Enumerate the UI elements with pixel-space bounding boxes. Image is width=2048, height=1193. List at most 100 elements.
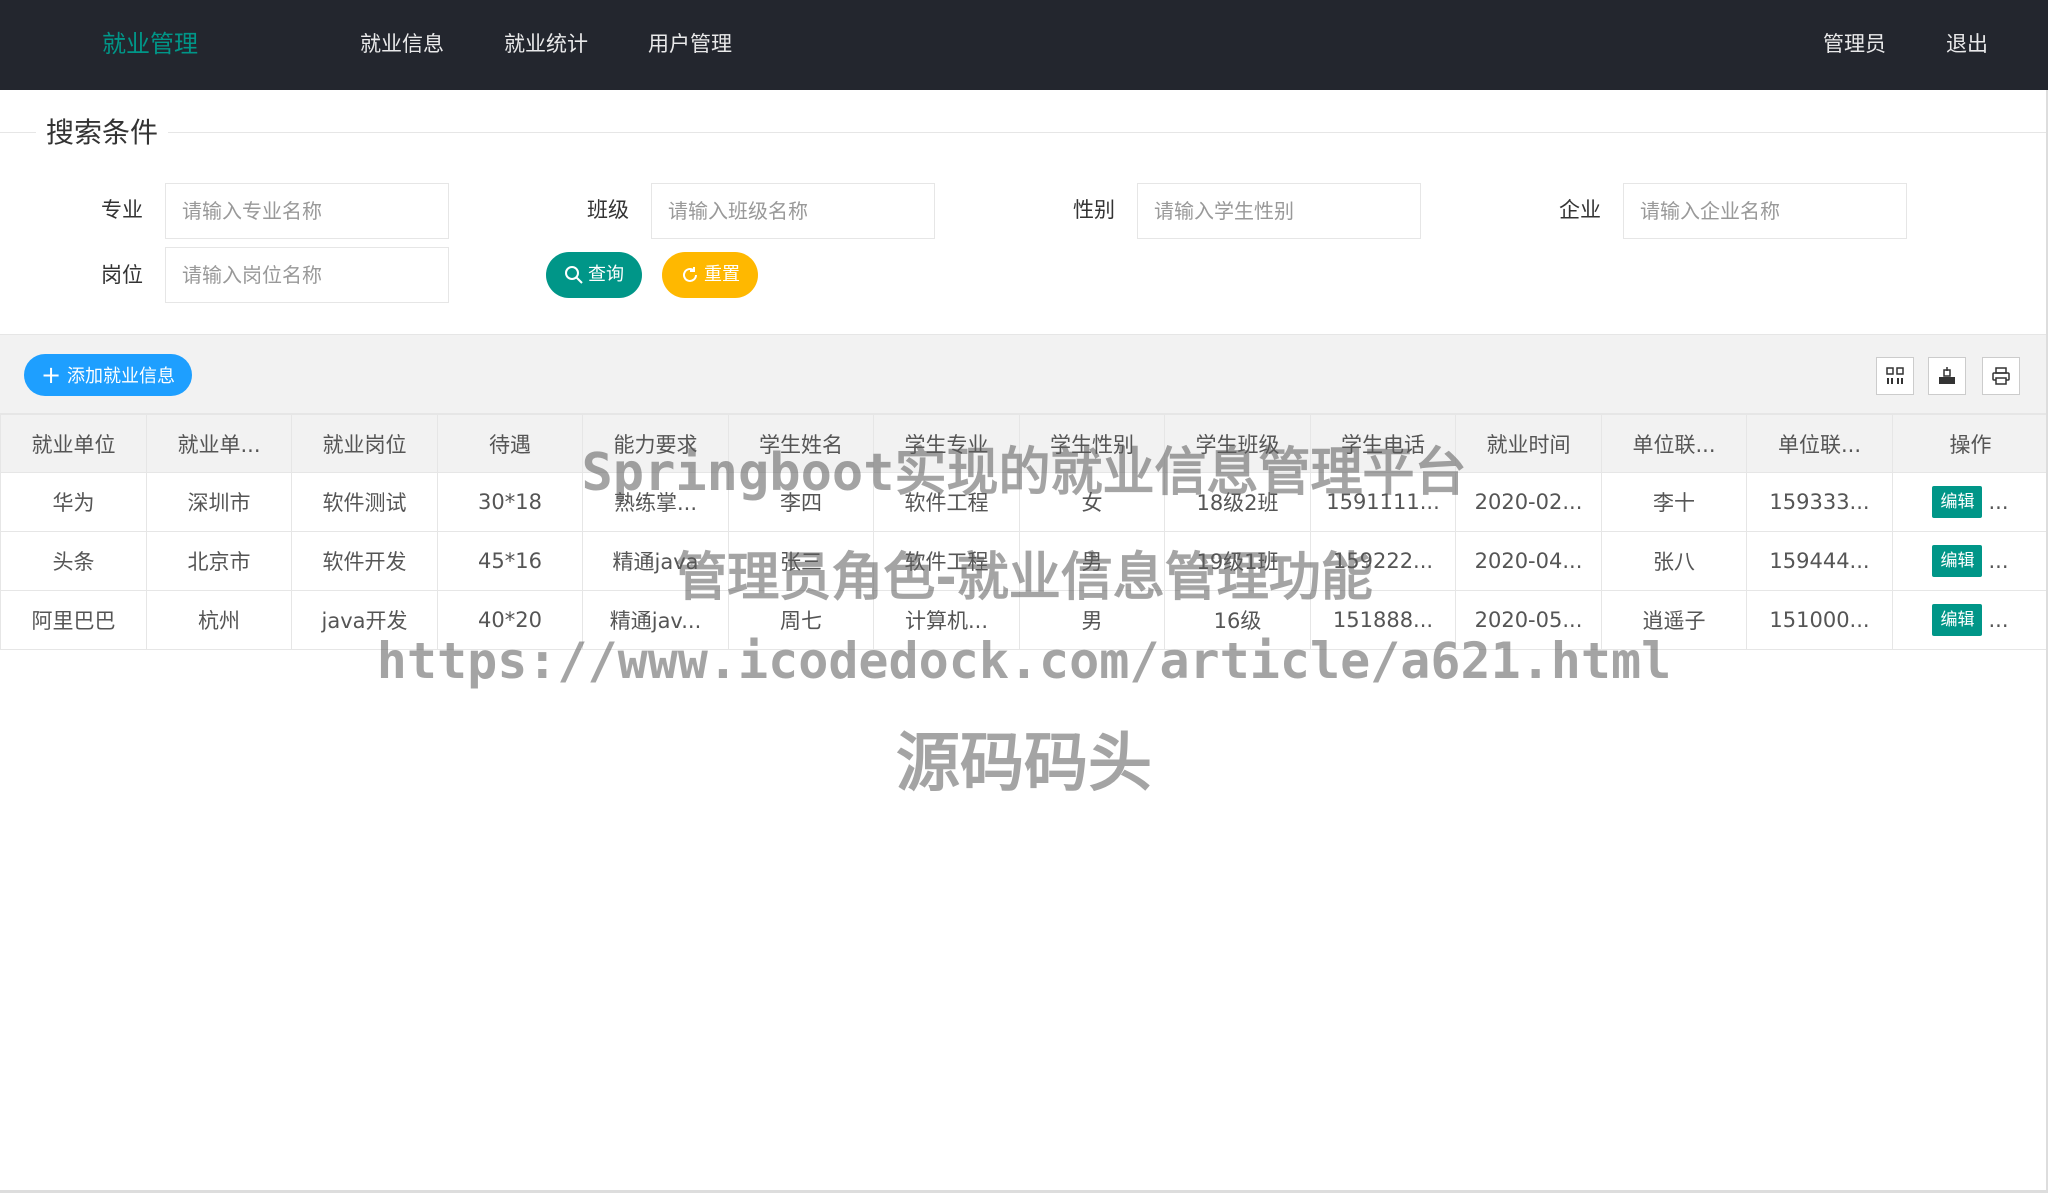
position-label: 岗位 [101,263,143,287]
table-row[interactable]: 华为 深圳市 软件测试 30*18 熟练掌... 李四 软件工程 女 18级2班… [0,472,2048,532]
class-label: 班级 [587,198,629,222]
table-cell: 2020-02... [1455,472,1602,532]
query-button[interactable]: 查询 [546,252,642,298]
table-cell: 华为 [0,472,147,532]
logout-link[interactable]: 退出 [1946,27,1988,61]
user-area: 管理员 退出 [1763,27,1988,61]
table-cell: 计算机... [873,590,1020,650]
export-icon[interactable] [1928,357,1966,395]
major-label: 专业 [101,198,143,222]
more-indicator: ... [1988,608,2009,632]
table-cell: 李十 [1601,472,1747,532]
table-cell: 159444... [1746,531,1893,591]
table-cell: 精通java [582,531,729,591]
table-cell: 151888... [1310,590,1456,650]
gender-input[interactable] [1137,183,1421,239]
table-cell: 杭州 [146,590,292,650]
plus-icon: + [40,361,62,389]
column-header[interactable]: 学生姓名 [728,414,874,473]
column-header[interactable]: 就业时间 [1455,414,1602,473]
column-header[interactable]: 就业单位 [0,414,147,473]
nav-item-employment-info[interactable]: 就业信息 [360,27,444,61]
table-cell: 熟练掌... [582,472,729,532]
company-input[interactable] [1623,183,1907,239]
table-cell: 头条 [0,531,147,591]
actions-cell: 编辑... [1892,472,2048,532]
top-header: 就业管理 就业信息 就业统计 用户管理 管理员 退出 [0,0,2048,90]
columns-icon[interactable] [1876,357,1914,395]
brand-logo[interactable]: 就业管理 [102,27,198,61]
table-cell: 李四 [728,472,874,532]
reset-button[interactable]: 重置 [662,252,758,298]
table-cell: 男 [1019,590,1165,650]
major-input[interactable] [165,183,449,239]
table-cell: 45*16 [437,531,583,591]
table-cell: 2020-04... [1455,531,1602,591]
table-cell: java开发 [291,590,438,650]
class-input[interactable] [651,183,935,239]
query-button-label: 查询 [588,264,624,285]
main-nav: 就业信息 就业统计 用户管理 [360,27,792,61]
table-cell: 40*20 [437,590,583,650]
edit-button[interactable]: 编辑 [1932,486,1983,518]
table-cell: 30*18 [437,472,583,532]
nav-item-user-management[interactable]: 用户管理 [648,27,732,61]
edit-button[interactable]: 编辑 [1932,545,1983,577]
table-cell: 北京市 [146,531,292,591]
table-cell: 女 [1019,472,1165,532]
table-row[interactable]: 头条 北京市 软件开发 45*16 精通java 张三 软件工程 男 19级1班… [0,531,2048,591]
nav-item-employment-stats[interactable]: 就业统计 [504,27,588,61]
column-header[interactable]: 就业岗位 [291,414,438,473]
column-header[interactable]: 学生班级 [1164,414,1311,473]
print-icon[interactable] [1982,357,2020,395]
column-header[interactable]: 操作 [1892,414,2048,473]
table-cell: 软件工程 [873,531,1020,591]
edit-button[interactable]: 编辑 [1932,604,1983,636]
column-header[interactable]: 学生专业 [873,414,1020,473]
column-header[interactable]: 待遇 [437,414,583,473]
table-cell: 16级 [1164,590,1311,650]
search-legend: 搜索条件 [36,115,169,151]
table-cell: 周七 [728,590,874,650]
column-header[interactable]: 学生性别 [1019,414,1165,473]
employment-table: 就业单位 就业单... 就业岗位 待遇 能力要求 学生姓名 学生专业 学生性别 … [0,414,2048,650]
table-cell: 软件测试 [291,472,438,532]
company-label: 企业 [1559,198,1601,222]
position-input[interactable] [165,247,449,303]
add-employment-label: 添加就业信息 [67,366,176,387]
column-header[interactable]: 就业单... [146,414,292,473]
refresh-icon [683,267,697,282]
table-cell: 159333... [1746,472,1893,532]
table-cell: 张三 [728,531,874,591]
table-cell: 精通jav... [582,590,729,650]
reset-button-label: 重置 [704,264,740,285]
watermark-brand: 源码码头 [896,727,1152,801]
table-cell: 151000... [1746,590,1893,650]
fieldset-border [0,132,2048,133]
table-cell: 阿里巴巴 [0,590,147,650]
table-cell: 159222... [1310,531,1456,591]
table-row[interactable]: 阿里巴巴 杭州 java开发 40*20 精通jav... 周七 计算机... … [0,590,2048,650]
table-cell: 19级1班 [1164,531,1311,591]
table-cell: 1591111... [1310,472,1456,532]
table-toolbar: + 添加就业信息 [0,334,2048,414]
table-cell: 逍遥子 [1601,590,1747,650]
table-cell: 软件工程 [873,472,1020,532]
search-icon [565,266,583,284]
column-header[interactable]: 单位联... [1601,414,1747,473]
add-employment-button[interactable]: + 添加就业信息 [24,354,192,396]
table-cell: 张八 [1601,531,1747,591]
table-cell: 软件开发 [291,531,438,591]
actions-cell: 编辑... [1892,590,2048,650]
more-indicator: ... [1988,490,2009,514]
table-header-row: 就业单位 就业单... 就业岗位 待遇 能力要求 学生姓名 学生专业 学生性别 … [0,414,2048,473]
column-header[interactable]: 学生电话 [1310,414,1456,473]
table-cell: 深圳市 [146,472,292,532]
gender-label: 性别 [1073,198,1115,222]
actions-cell: 编辑... [1892,531,2048,591]
column-header[interactable]: 单位联... [1746,414,1893,473]
table-cell: 18级2班 [1164,472,1311,532]
user-menu[interactable]: 管理员 [1823,27,1886,61]
column-header[interactable]: 能力要求 [582,414,729,473]
table-cell: 2020-05... [1455,590,1602,650]
